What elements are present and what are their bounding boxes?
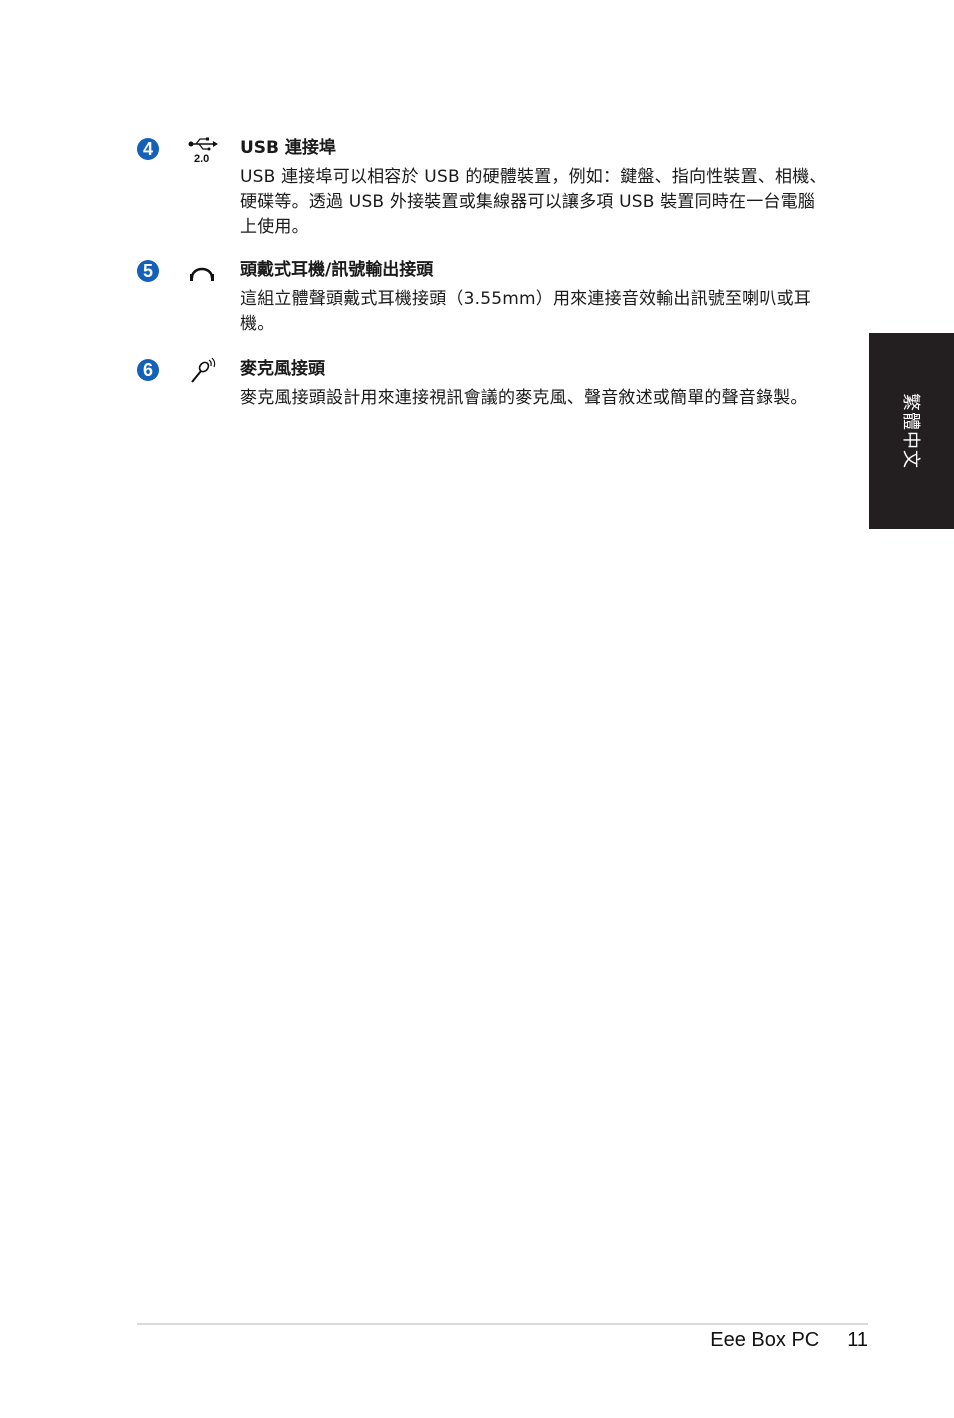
headphone-icon <box>187 258 219 286</box>
number-badge: 6 <box>137 359 159 381</box>
language-tab-label: 繁體中文 <box>899 393 921 469</box>
number-badge: 5 <box>137 260 159 282</box>
number-badge: 4 <box>137 138 159 160</box>
page-footer: Eee Box PC 11 <box>710 1329 868 1352</box>
item-description: 麥克風接頭設計用來連接視訊會議的麥克風、聲音敘述或簡單的聲音錄製。 <box>240 388 808 408</box>
usb-icon: 2.0 <box>187 136 219 165</box>
item-title: 麥克風接頭 <box>240 359 325 379</box>
item-description: USB 連接埠可以相容於 USB 的硬體裝置，例如：鍵盤、指向性裝置、相機、硬碟… <box>240 167 827 237</box>
item-title: 頭戴式耳機/訊號輸出接頭 <box>240 260 434 280</box>
item-description: 這組立體聲頭戴式耳機接頭（3.55mm）用來連接音效輸出訊號至喇叭或耳機。 <box>240 289 811 334</box>
microphone-icon <box>187 357 219 385</box>
item-title: USB 連接埠 <box>240 138 336 158</box>
page-number: 11 <box>847 1329 868 1351</box>
footer-divider <box>137 1323 868 1325</box>
svg-text:2.0: 2.0 <box>194 153 209 164</box>
product-name: Eee Box PC <box>710 1329 820 1351</box>
language-tab: 繁體中文 <box>869 333 954 529</box>
